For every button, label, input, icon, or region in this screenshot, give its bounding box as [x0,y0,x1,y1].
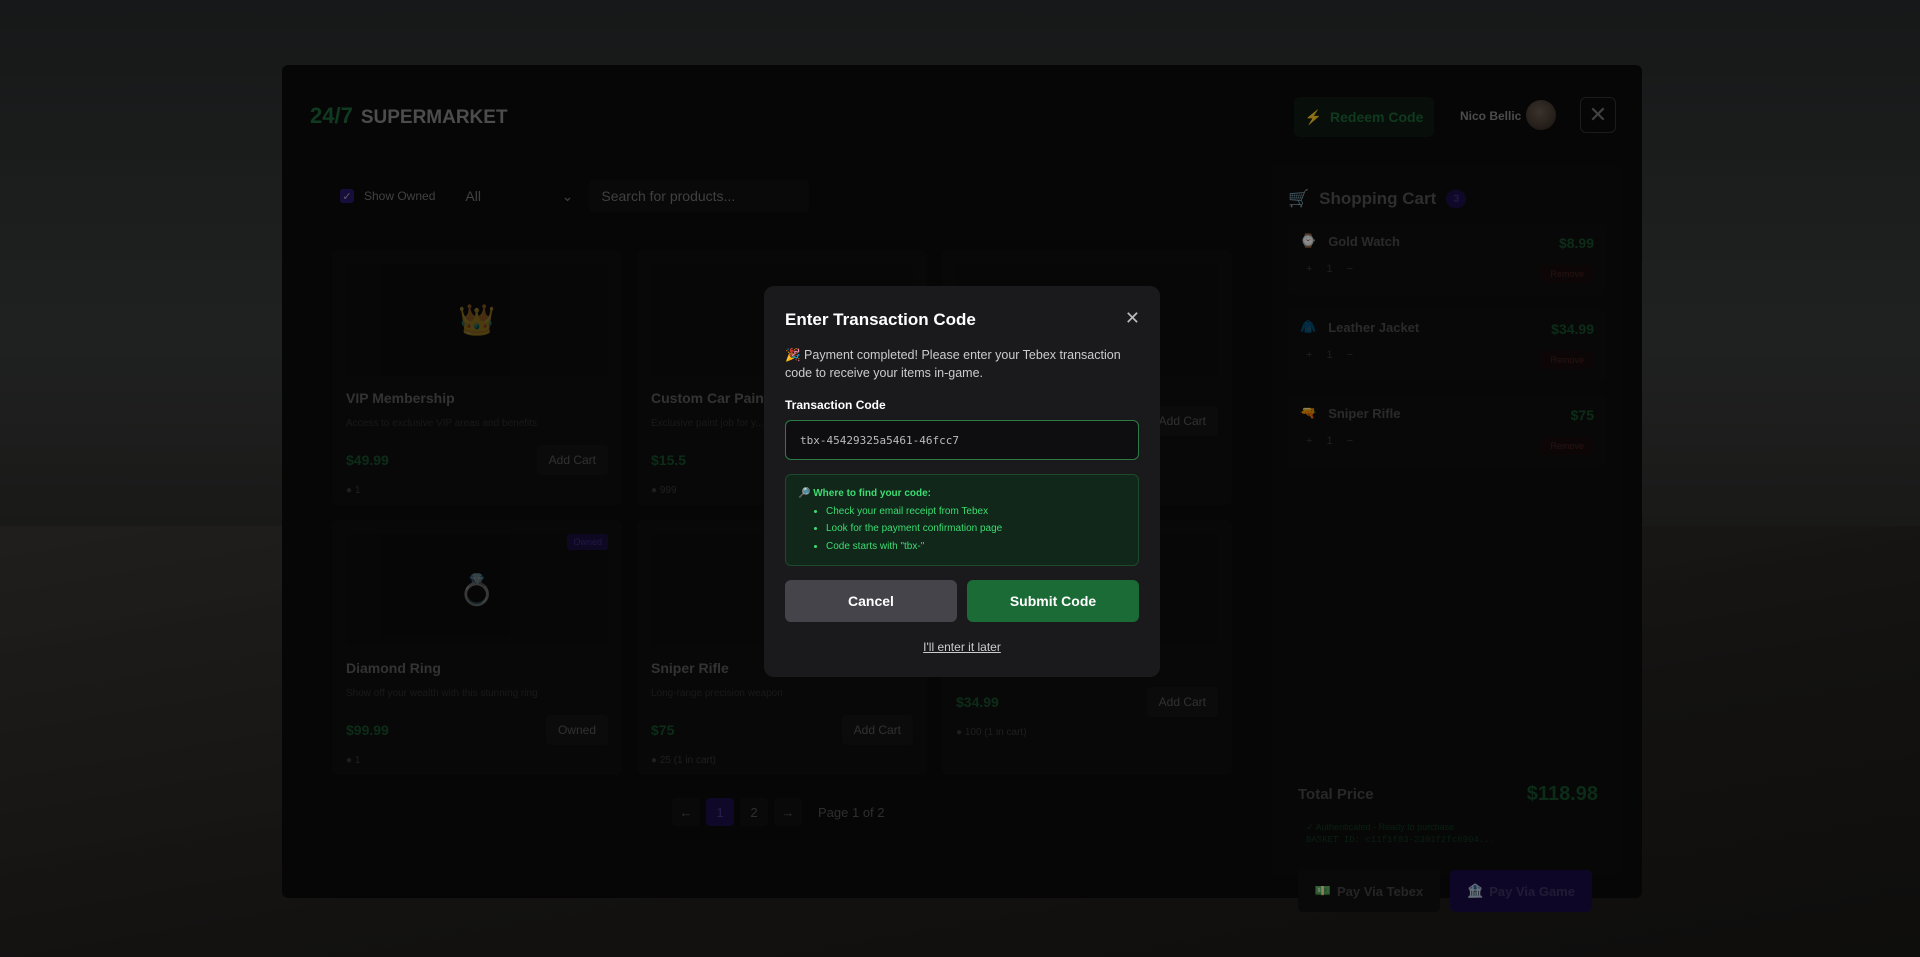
close-icon: ✕ [1124,308,1140,328]
help-box: 🔎 Where to find your code: Check your em… [785,474,1139,566]
enter-later-link[interactable]: I'll enter it later [785,640,1139,654]
modal-title: Enter Transaction Code [785,310,976,329]
modal-close-button[interactable]: ✕ [1125,308,1140,329]
transaction-code-modal: Enter Transaction Code ✕ 🎉 Payment compl… [764,286,1160,677]
submit-code-button[interactable]: Submit Code [967,580,1139,622]
transaction-code-input[interactable] [785,420,1139,460]
transaction-code-label: Transaction Code [785,398,886,412]
modal-message: 🎉 Payment completed! Please enter your T… [785,348,1121,380]
cancel-button[interactable]: Cancel [785,580,957,622]
